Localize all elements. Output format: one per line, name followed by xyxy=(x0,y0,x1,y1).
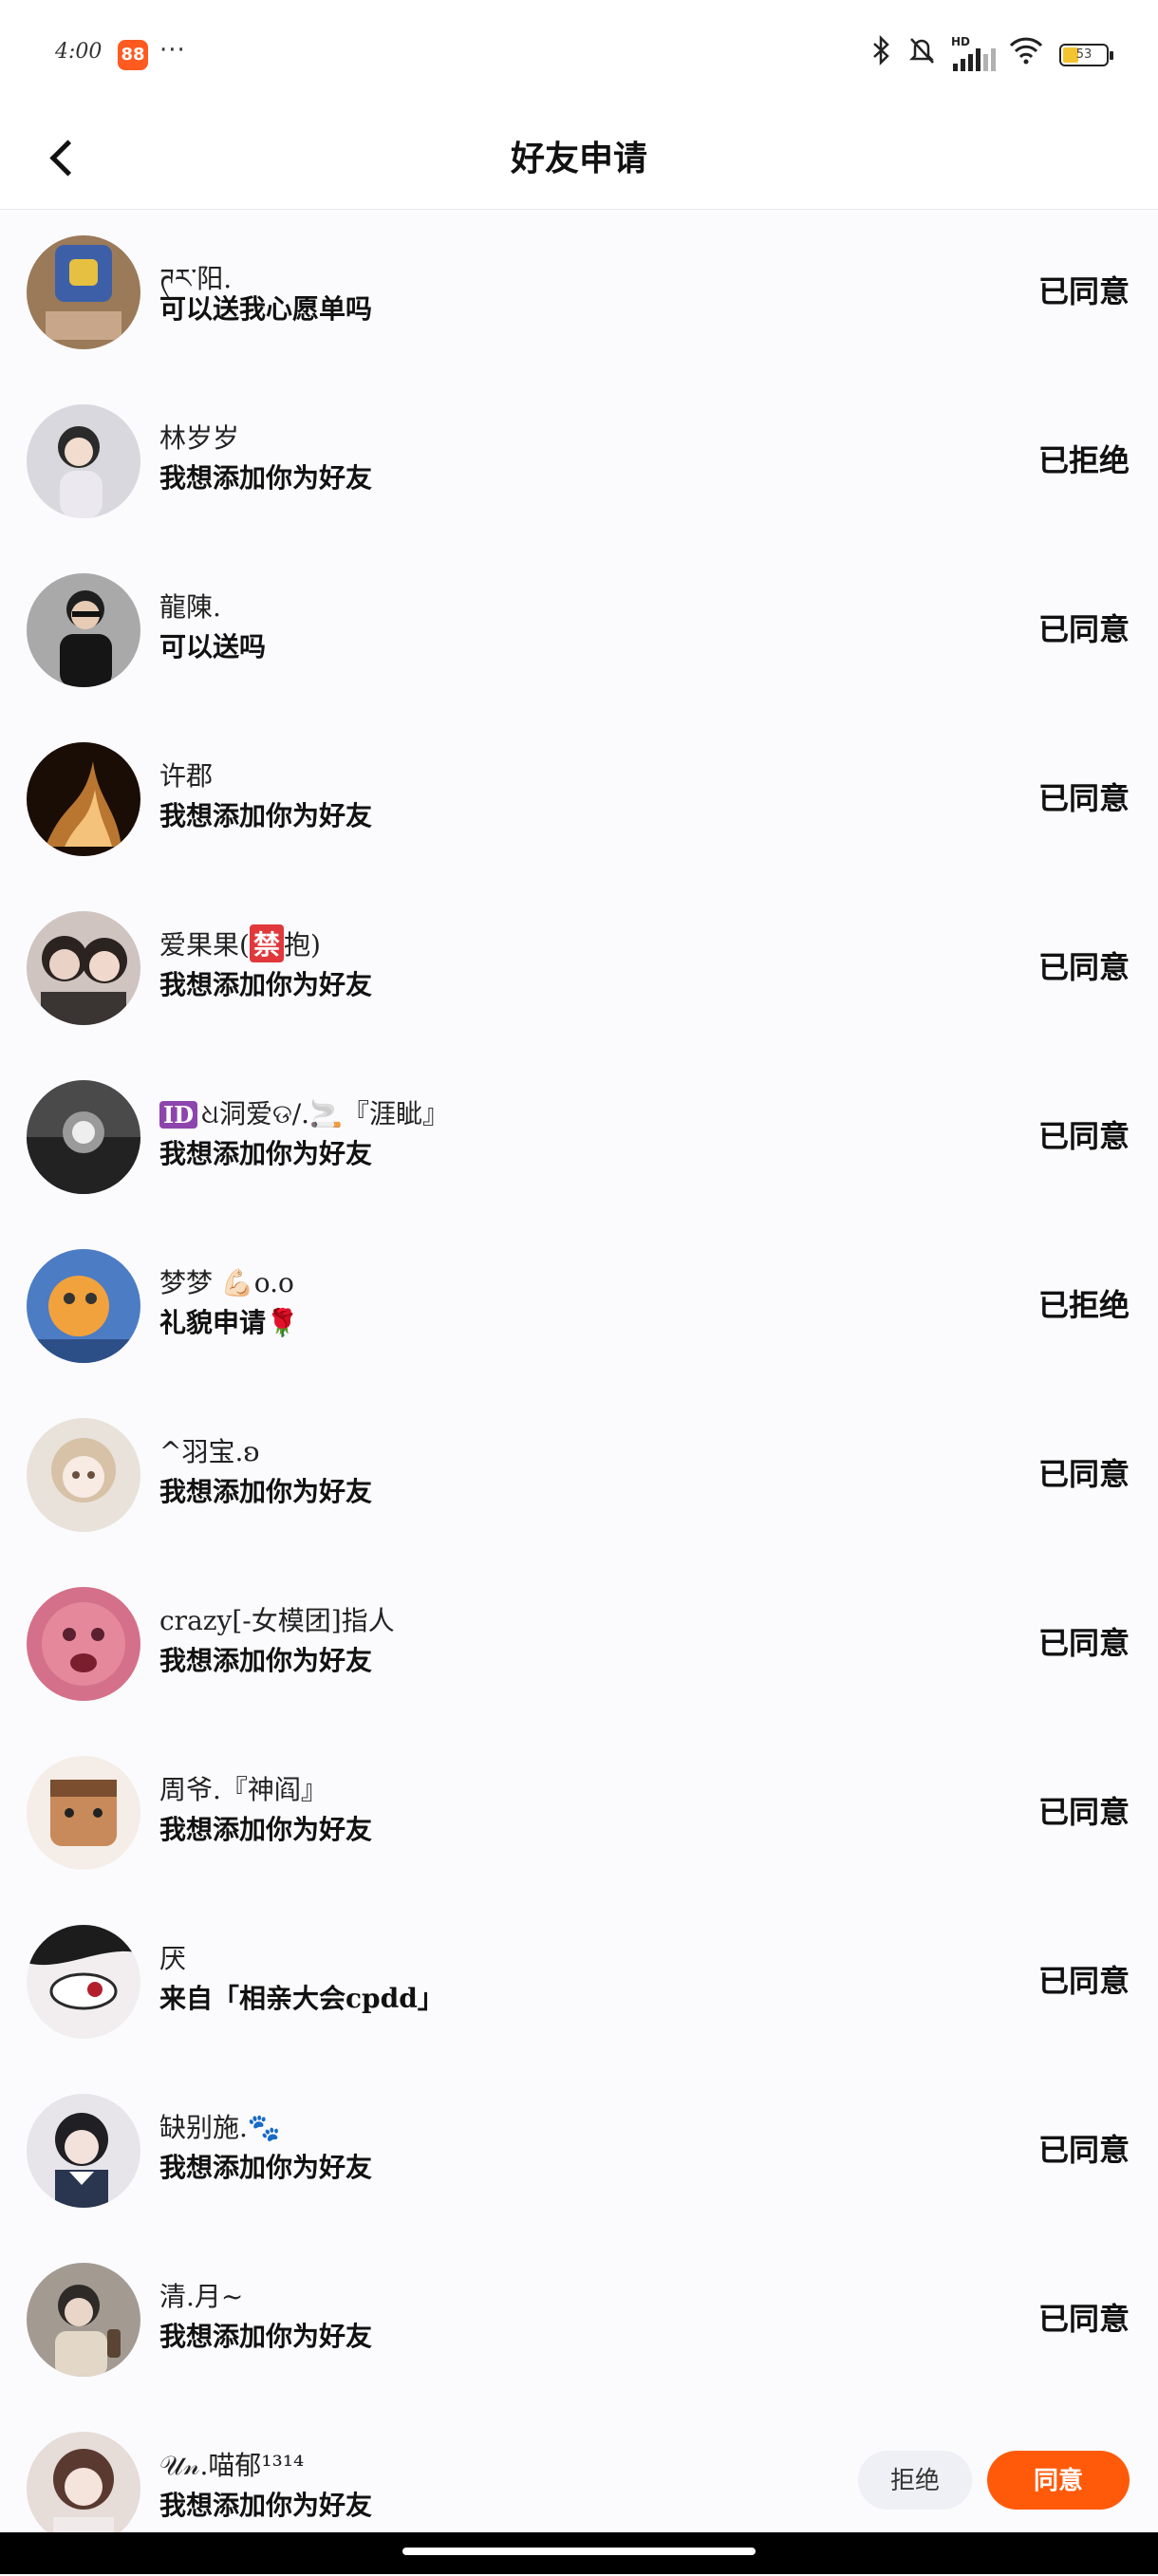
requester-name: 梦梦 💪🏻o.o xyxy=(159,1267,294,1298)
request-message: 我想添加你为好友 xyxy=(159,2321,373,2352)
wifi-icon xyxy=(1008,36,1044,75)
avatar[interactable] xyxy=(27,235,140,349)
requester-name: 爱果果(禁抱) xyxy=(159,924,321,962)
id-badge: ID xyxy=(159,1101,198,1129)
home-indicator[interactable] xyxy=(402,2548,756,2555)
requester-name: 厌 xyxy=(159,1943,187,1974)
name-tag-badge: 禁 xyxy=(249,924,284,962)
request-message: 我想添加你为好友 xyxy=(159,1138,373,1169)
request-status: 已同意 xyxy=(1037,1794,1130,1830)
avatar[interactable] xyxy=(27,2263,140,2377)
status-bar: 4:00 88 ··· HD 53 xyxy=(0,0,1158,104)
request-status: 已同意 xyxy=(1037,780,1130,816)
battery-icon: 53 xyxy=(1059,44,1113,66)
requester-name-text: ଧ洞爱ଡ/.🚬『涯眦』 xyxy=(201,1098,449,1129)
friend-request-row[interactable]: 厌 来自「相亲大会cpdd」 已同意 xyxy=(0,1900,1158,2069)
accept-button[interactable]: 同意 xyxy=(987,2451,1130,2510)
app-notification-icon: 88 xyxy=(118,40,148,70)
friend-request-row[interactable]: 许郡 我想添加你为好友 已同意 xyxy=(0,718,1158,887)
friend-request-row[interactable]: ID ଧ洞爱ଡ/.🚬『涯眦』 我想添加你为好友 已同意 xyxy=(0,1055,1158,1224)
avatar[interactable] xyxy=(27,573,140,687)
requester-name: 缺别施.🐾 xyxy=(159,2112,281,2143)
request-message: 我想添加你为好友 xyxy=(159,1476,373,1507)
avatar[interactable] xyxy=(27,1587,140,1701)
request-status: 已同意 xyxy=(1037,1118,1130,1154)
requester-name: 许郡 xyxy=(159,760,214,792)
friend-request-row[interactable]: 爱果果(禁抱) 我想添加你为好友 已同意 xyxy=(0,887,1158,1055)
request-status: 已同意 xyxy=(1037,1625,1130,1661)
requester-name: 龍陳. xyxy=(159,591,221,623)
request-message: 我想添加你为好友 xyxy=(159,969,373,1000)
request-status: 已同意 xyxy=(1037,611,1130,647)
request-message: 我想添加你为好友 xyxy=(159,2152,373,2183)
requester-name: 周爷.『神阎』 xyxy=(159,1774,327,1805)
requester-name-tail: 抱) xyxy=(283,929,321,961)
requester-name: 清.月~ xyxy=(159,2281,244,2312)
avatar[interactable] xyxy=(27,1080,140,1194)
request-status: 已同意 xyxy=(1037,2132,1130,2168)
friend-request-row[interactable]: 梦梦 💪🏻o.o 礼貌申请🌹 已拒绝 xyxy=(0,1224,1158,1393)
request-message: 礼貌申请🌹 xyxy=(159,1307,299,1338)
status-icons: HD 53 xyxy=(871,34,1113,76)
battery-percent: 53 xyxy=(1075,47,1093,62)
request-status: 已同意 xyxy=(1037,1963,1130,1999)
request-message: 可以送吗 xyxy=(159,631,267,663)
request-message: 我想添加你为好友 xyxy=(159,800,373,831)
request-status: 已同意 xyxy=(1037,1456,1130,1492)
avatar[interactable] xyxy=(27,2432,140,2546)
avatar[interactable] xyxy=(27,911,140,1025)
more-notifications-icon: ··· xyxy=(159,36,186,65)
system-nav-bar xyxy=(0,2532,1158,2574)
reject-button[interactable]: 拒绝 xyxy=(858,2451,972,2510)
friend-request-row[interactable]: ^羽宝.ʚ 我想添加你为好友 已同意 xyxy=(0,1393,1158,1562)
requester-name: 林岁岁 xyxy=(159,422,240,454)
friend-request-row[interactable]: 周爷.『神阎』 我想添加你为好友 已同意 xyxy=(0,1731,1158,1900)
friend-request-row[interactable]: 清.月~ 我想添加你为好友 已同意 xyxy=(0,2238,1158,2407)
request-status: 已拒绝 xyxy=(1037,442,1130,478)
avatar[interactable] xyxy=(27,1418,140,1532)
requester-name: crazy[-女模团]指人 xyxy=(159,1605,395,1636)
friend-request-row[interactable]: 林岁岁 我想添加你为好友 已拒绝 xyxy=(0,380,1158,549)
avatar[interactable] xyxy=(27,1249,140,1363)
request-message: 我想添加你为好友 xyxy=(159,2490,373,2521)
friend-request-row[interactable]: ཊཪ་阳. 可以送我心愿单吗 已同意 xyxy=(0,211,1158,380)
request-message: 我想添加你为好友 xyxy=(159,462,373,494)
friend-request-row[interactable]: 缺别施.🐾 我想添加你为好友 已同意 xyxy=(0,2069,1158,2238)
avatar[interactable] xyxy=(27,1925,140,2039)
requester-name: 𝒰𝓃.喵郁¹³¹⁴ xyxy=(159,2450,305,2481)
request-message: 可以送我心愿单吗 xyxy=(159,293,373,325)
request-message: 我想添加你为好友 xyxy=(159,1814,373,1845)
request-status: 已拒绝 xyxy=(1037,1287,1130,1323)
requester-name-text: 爱果果( xyxy=(159,929,250,961)
avatar[interactable] xyxy=(27,2094,140,2208)
status-time: 4:00 xyxy=(55,40,103,64)
requester-name: ^羽宝.ʚ xyxy=(159,1436,260,1467)
avatar[interactable] xyxy=(27,1756,140,1870)
request-status: 已同意 xyxy=(1037,273,1130,309)
request-message: 来自「相亲大会cpdd」 xyxy=(159,1983,444,2014)
hd-signal-icon: HD xyxy=(951,35,996,71)
friend-request-row[interactable]: crazy[-女模团]指人 我想添加你为好友 已同意 xyxy=(0,1562,1158,1731)
requester-name: ID ଧ洞爱ଡ/.🚬『涯眦』 xyxy=(159,1093,449,1131)
avatar[interactable] xyxy=(27,742,140,856)
friend-request-row[interactable]: 龍陳. 可以送吗 已同意 xyxy=(0,549,1158,718)
page-title: 好友申请 xyxy=(510,139,647,178)
request-status: 已同意 xyxy=(1037,949,1130,985)
request-status: 已同意 xyxy=(1037,2301,1130,2337)
bluetooth-icon xyxy=(871,34,892,76)
request-message: 我想添加你为好友 xyxy=(159,1645,373,1676)
top-bar: 好友申请 xyxy=(0,104,1158,210)
avatar[interactable] xyxy=(27,404,140,518)
mute-bell-icon xyxy=(907,35,936,76)
